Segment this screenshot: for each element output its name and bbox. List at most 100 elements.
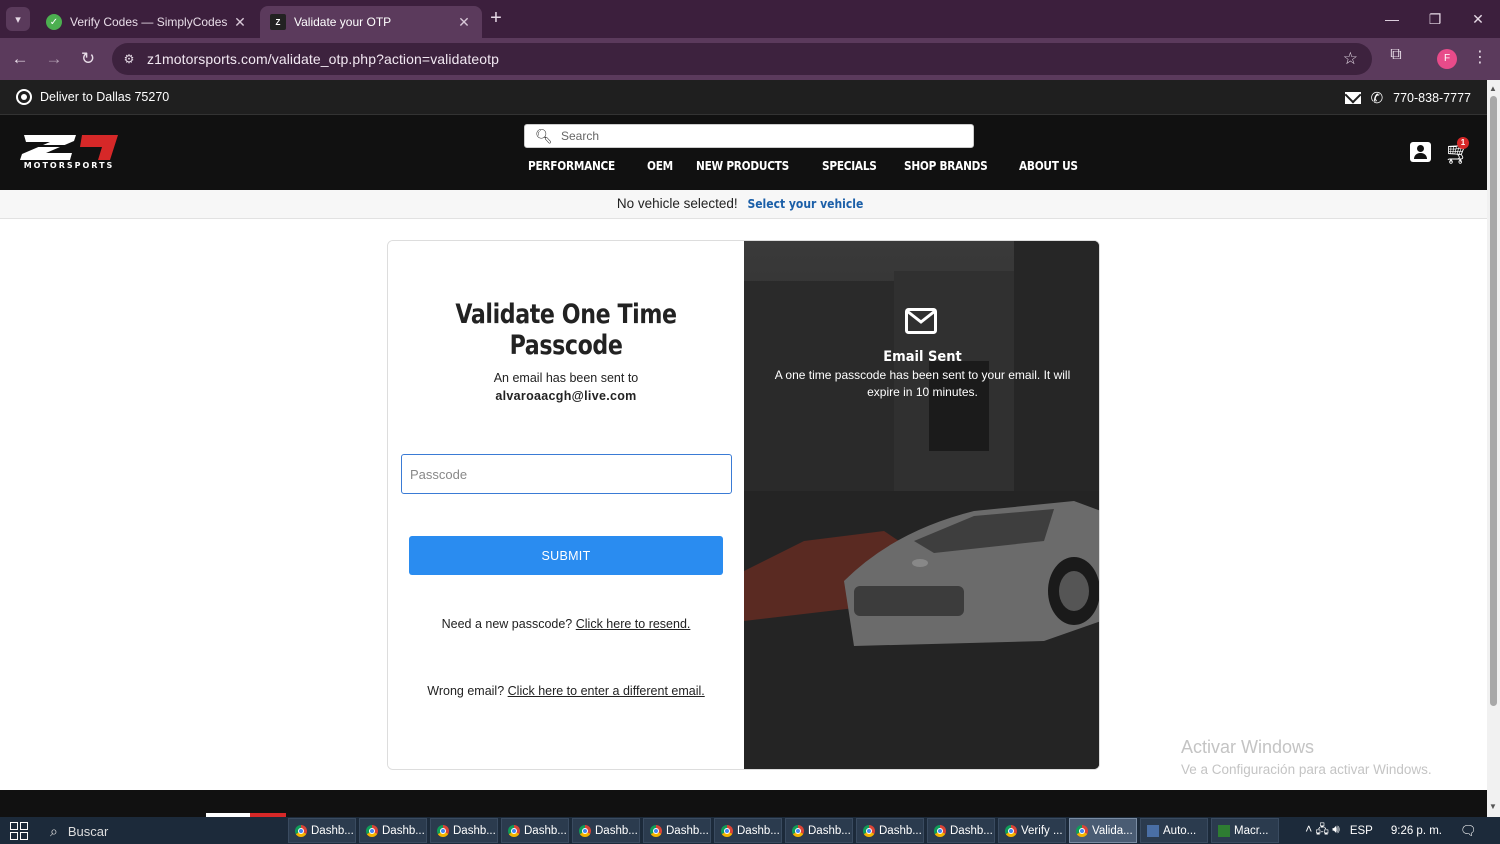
otp-form-panel: Validate One Time Passcode An email has … bbox=[388, 241, 744, 769]
nav-specials[interactable]: SPECIALS bbox=[822, 159, 877, 173]
taskbar-app-label: Dashb... bbox=[879, 824, 922, 837]
back-arrow-icon[interactable]: ← bbox=[8, 47, 32, 71]
taskbar-app-label: Dashb... bbox=[950, 824, 993, 837]
nav-new-products[interactable]: NEW PRODUCTS bbox=[696, 159, 789, 173]
scroll-up-arrow-icon[interactable]: ▲ bbox=[1489, 84, 1497, 93]
taskbar-app-button[interactable]: Dashb... bbox=[785, 818, 853, 843]
scroll-down-arrow-icon[interactable]: ▼ bbox=[1489, 802, 1497, 811]
extensions-puzzle-icon[interactable]: ⧉ bbox=[1385, 46, 1407, 68]
chrome-icon bbox=[366, 824, 378, 837]
chrome-icon bbox=[579, 824, 591, 837]
resend-line: Need a new passcode? Click here to resen… bbox=[388, 617, 744, 631]
taskbar-app-button[interactable]: Valida... bbox=[1069, 818, 1137, 843]
wrong-email-prompt: Wrong email? bbox=[427, 684, 505, 698]
select-vehicle-link[interactable]: Select your vehicle bbox=[748, 190, 864, 218]
taskbar-app-button[interactable]: Dashb... bbox=[643, 818, 711, 843]
profile-avatar[interactable]: F bbox=[1437, 49, 1457, 69]
autohotkey-icon bbox=[1147, 824, 1159, 837]
taskbar-app-button[interactable]: Auto... bbox=[1140, 818, 1208, 843]
nav-oem[interactable]: OEM bbox=[647, 159, 673, 173]
chrome-icon bbox=[1005, 824, 1017, 837]
chrome-icon bbox=[1076, 824, 1088, 837]
watermark-title: Activar Windows bbox=[1181, 737, 1315, 757]
taskbar-app-label: Dashb... bbox=[595, 824, 638, 837]
account-icon[interactable] bbox=[1410, 142, 1431, 162]
windows-start-icon[interactable] bbox=[10, 822, 28, 840]
minimize-window-icon[interactable]: — bbox=[1377, 8, 1407, 30]
taskbar-app-button[interactable]: Dashb... bbox=[359, 818, 427, 843]
tab-verify-codes[interactable]: ✓ Verify Codes — SimplyCodes ✕ bbox=[36, 6, 258, 38]
site-footer bbox=[0, 790, 1487, 817]
clock[interactable]: 9:26 p. m. bbox=[1391, 825, 1442, 837]
forward-arrow-icon[interactable]: → bbox=[42, 47, 66, 71]
close-tab-icon[interactable]: ✕ bbox=[456, 14, 472, 31]
taskbar-app-label: Dashb... bbox=[808, 824, 851, 837]
taskbar-app-label: Verify ... bbox=[1021, 824, 1063, 837]
site-top-bar: Deliver to Dallas 75270 ✆ 770-838-7777 bbox=[0, 80, 1487, 115]
taskbar-app-label: Dashb... bbox=[382, 824, 425, 837]
reload-icon[interactable]: ↻ bbox=[76, 47, 100, 71]
new-tab-plus-icon[interactable]: + bbox=[485, 8, 507, 30]
taskbar-app-button[interactable]: Macr... bbox=[1211, 818, 1279, 843]
submit-button[interactable]: SUBMIT bbox=[409, 536, 723, 575]
taskbar-app-button[interactable]: Dashb... bbox=[927, 818, 995, 843]
wrong-email-line: Wrong email? Click here to enter a diffe… bbox=[388, 684, 744, 698]
vehicle-selector-bar: No vehicle selected! Select your vehicle bbox=[0, 190, 1487, 219]
logo-wordmark: MOTORSPORTS bbox=[23, 161, 115, 170]
close-window-icon[interactable]: ✕ bbox=[1463, 8, 1493, 30]
taskbar-app-button[interactable]: Dashb... bbox=[288, 818, 356, 843]
site-info-tune-icon[interactable]: ⚙ bbox=[120, 50, 138, 68]
email-sent-heading: Email Sent bbox=[883, 349, 962, 365]
restore-window-icon[interactable]: ❐ bbox=[1420, 8, 1450, 30]
search-input[interactable] bbox=[561, 127, 961, 145]
scroll-thumb[interactable] bbox=[1490, 96, 1497, 706]
mail-icon[interactable] bbox=[1344, 92, 1361, 104]
nav-performance[interactable]: PERFORMANCE bbox=[528, 159, 615, 173]
tab-validate-otp[interactable]: Z Validate your OTP ✕ bbox=[260, 6, 482, 38]
site-search-bar[interactable]: 🔍︎ bbox=[524, 124, 974, 148]
tab-search-chevron-icon[interactable]: ▾ bbox=[6, 7, 30, 31]
taskbar-app-button[interactable]: Dashb... bbox=[501, 818, 569, 843]
close-tab-icon[interactable]: ✕ bbox=[232, 14, 248, 31]
tray-icons[interactable]: ˄ 🖧 🔊︎ bbox=[1305, 820, 1340, 841]
chrome-icon bbox=[721, 824, 733, 837]
phone-number[interactable]: 770-838-7777 bbox=[1393, 91, 1471, 105]
page-scrollbar[interactable]: ▲ ▼ bbox=[1487, 80, 1500, 817]
url-text[interactable]: z1motorsports.com/validate_otp.php?actio… bbox=[147, 51, 499, 67]
z1-logo-icon: Z bbox=[270, 14, 286, 30]
nav-about-us[interactable]: ABOUT US bbox=[1019, 159, 1078, 173]
search-icon[interactable]: 🔍︎ bbox=[535, 128, 553, 145]
taskbar-app-label: Dashb... bbox=[666, 824, 709, 837]
chrome-icon bbox=[508, 824, 520, 837]
different-email-link[interactable]: Click here to enter a different email. bbox=[508, 684, 705, 698]
taskbar-app-button[interactable]: Dashb... bbox=[572, 818, 640, 843]
watermark-subtitle: Ve a Configuración para activar Windows. bbox=[1181, 762, 1432, 777]
z1-motorsports-logo[interactable]: MOTORSPORTS bbox=[18, 133, 120, 173]
taskbar-search[interactable]: ⌕ Buscar bbox=[50, 821, 280, 841]
deliver-location[interactable]: Deliver to Dallas 75270 bbox=[16, 89, 169, 105]
envelope-mail-icon bbox=[905, 308, 937, 334]
browser-menu-icon[interactable]: ⋮ bbox=[1472, 47, 1488, 67]
macro-app-icon bbox=[1218, 824, 1230, 837]
language-indicator[interactable]: ESP bbox=[1350, 825, 1373, 837]
z1-logo-mark bbox=[18, 135, 118, 160]
recipient-email: alvaroaacgh@live.com bbox=[495, 389, 637, 403]
passcode-input[interactable] bbox=[401, 454, 732, 494]
email-sent-panel: Email Sent A one time passcode has been … bbox=[744, 241, 1099, 769]
bookmark-star-icon[interactable]: ☆ bbox=[1343, 49, 1358, 69]
tab-title: Validate your OTP bbox=[294, 15, 392, 29]
taskbar-app-button[interactable]: Dashb... bbox=[856, 818, 924, 843]
nav-shop-brands[interactable]: SHOP BRANDS bbox=[904, 159, 988, 173]
resend-prompt: Need a new passcode? bbox=[441, 617, 573, 631]
taskbar-app-button[interactable]: Dashb... bbox=[714, 818, 782, 843]
taskbar-app-button[interactable]: Verify ... bbox=[998, 818, 1066, 843]
notification-center-icon[interactable]: 🗨︎ bbox=[1460, 823, 1480, 839]
contact-info: ✆ 770-838-7777 bbox=[1344, 89, 1471, 107]
chrome-icon bbox=[650, 824, 662, 837]
taskbar-app-button[interactable]: Dashb... bbox=[430, 818, 498, 843]
address-bar[interactable]: ⚙ z1motorsports.com/validate_otp.php?act… bbox=[112, 43, 1372, 75]
phone-icon[interactable]: ✆ bbox=[1371, 89, 1384, 107]
resend-link[interactable]: Click here to resend. bbox=[576, 617, 691, 631]
cart-count-badge: 1 bbox=[1457, 137, 1469, 149]
email-sent-label: An email has been sent to bbox=[493, 371, 639, 385]
